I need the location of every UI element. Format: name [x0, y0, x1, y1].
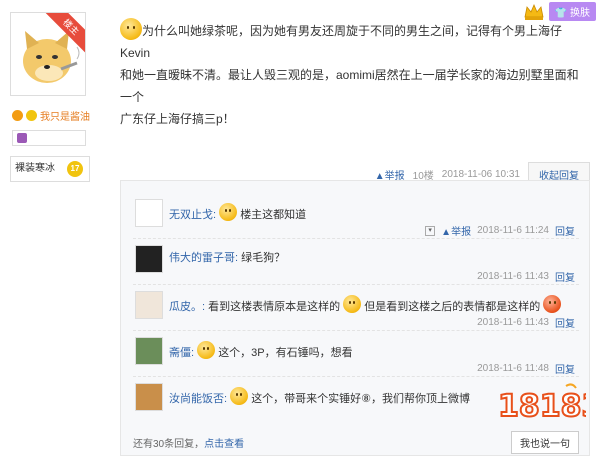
username-row[interactable]: 我只是酱油 — [12, 108, 90, 123]
more-replies-count: 还有30条回复， — [133, 439, 205, 450]
reply-item: 斋僵: 这个，3P，有石锤吗，想看 2018-11-6 11:48 回复 — [133, 331, 579, 377]
reply-username[interactable]: 无双止戈: — [169, 209, 216, 221]
reply-meta: 2018-11-6 11:48 回复 — [477, 361, 575, 376]
reply-button[interactable]: 回复 — [555, 315, 575, 330]
reply-line: 伟大的雷子哥: 绿毛狗？ — [169, 249, 285, 265]
reply-avatar[interactable] — [135, 199, 163, 227]
reply-item: 无双止戈: 楼主这都知道 ▾ ▲举报 2018-11-6 11:24 回复 — [133, 193, 579, 239]
reply-time: 2018-11-6 11:48 — [477, 363, 549, 374]
user-title: 裸装寒冰 — [15, 163, 55, 174]
smile-emoji-icon — [343, 295, 362, 313]
post-time: 2018-11-06 10:31 — [441, 168, 520, 180]
rank-icon — [17, 133, 27, 143]
reply-item: 伟大的雷子哥: 绿毛狗？ 2018-11-6 11:43 回复 — [133, 239, 579, 285]
rank-box — [12, 130, 86, 146]
reply-avatar[interactable] — [135, 383, 163, 411]
post-line-1: 为什么叫她绿茶呢，因为她有男友还周旋于不同的男生之间，记得有个男上海仔Kevin — [120, 18, 588, 64]
reply-meta: 2018-11-6 11:43 回复 — [477, 269, 575, 284]
more-replies: 还有30条回复，点击查看 — [133, 435, 244, 450]
user-title-tag: 裸装寒冰 17 — [10, 156, 90, 182]
reply-line: 斋僵: 这个，3P，有石锤吗，想看 — [169, 341, 353, 360]
reply-text: 绿毛狗？ — [241, 252, 286, 264]
post-text-1: 为什么叫她绿茶呢，因为她有男友还周旋于不同的男生之间，记得有个男上海仔Kevin — [120, 24, 563, 60]
post-content: 为什么叫她绿茶呢，因为她有男友还周旋于不同的男生之间，记得有个男上海仔Kevin… — [120, 18, 588, 130]
reply-time: 2018-11-6 11:43 — [477, 317, 549, 328]
post-text-2: 和她一直暧昧不清。最让人毁三观的是，aomimi居然在上一届学长家的海边别墅里面… — [120, 68, 579, 104]
site-watermark-logo: 18183 — [497, 383, 586, 424]
shy-emoji-icon — [219, 203, 238, 221]
smile-icon — [26, 110, 37, 121]
reply-username[interactable]: 汝尚能饭否: — [169, 393, 227, 405]
reply-text-b: 但是看到这楼之后的表情都是这样的 — [364, 301, 541, 313]
reply-username[interactable]: 斋僵: — [169, 347, 194, 359]
view-more-link[interactable]: 点击查看 — [204, 439, 244, 450]
reply-line: 无双止戈: 楼主这都知道 — [169, 203, 306, 222]
reply-line: 瓜皮。: 看到这楼表情原本是这样的 但是看到这楼之后的表情都是这样的 — [169, 295, 562, 314]
reply-item: 瓜皮。: 看到这楼表情原本是这样的 但是看到这楼之后的表情都是这样的 2018-… — [133, 285, 579, 331]
reply-text: 这个，带哥来个实锤好⑧，我们帮你顶上微博 — [251, 393, 471, 405]
post-text-3: 广东仔上海仔搞三p！ — [120, 112, 235, 126]
reply-meta: ▾ ▲举报 2018-11-6 11:24 回复 — [425, 223, 575, 238]
reply-line: 汝尚能饭否: 这个，带哥来个实锤好⑧，我们帮你顶上微博 — [169, 387, 470, 406]
reply-avatar[interactable] — [135, 245, 163, 273]
smile-emoji-icon — [120, 18, 142, 40]
wink-emoji-icon — [230, 387, 249, 405]
reply-username[interactable]: 瓜皮。: — [169, 301, 205, 313]
reply-text: 这个，3P，有石锤吗，想看 — [218, 347, 353, 359]
reply-report-link[interactable]: ▲举报 — [441, 223, 471, 238]
user-avatar[interactable]: 楼主 — [10, 12, 86, 96]
level-badge: 17 — [67, 161, 83, 177]
reply-button[interactable]: 回复 — [555, 361, 575, 376]
username[interactable]: 我只是酱油 — [40, 108, 90, 123]
reply-username[interactable]: 伟大的雷子哥: — [169, 252, 238, 264]
reply-avatar[interactable] — [135, 291, 163, 319]
reply-text: 楼主这都知道 — [240, 209, 307, 221]
dropdown-icon[interactable]: ▾ — [425, 225, 436, 236]
angry-emoji-icon — [543, 295, 562, 313]
vip-icon — [12, 110, 23, 121]
reply-time: 2018-11-6 11:24 — [477, 225, 549, 236]
reply-meta: 2018-11-6 11:43 回复 — [477, 315, 575, 330]
add-comment-button[interactable]: 我也说一句 — [511, 431, 579, 454]
user-column: 楼主 我只是酱油 裸装寒冰 17 — [0, 0, 110, 456]
wink-emoji-icon — [197, 341, 216, 359]
reply-time: 2018-11-6 11:43 — [477, 271, 549, 282]
reply-report-label: 举报 — [451, 227, 472, 238]
reply-button[interactable]: 回复 — [555, 269, 575, 284]
reply-button[interactable]: 回复 — [555, 223, 575, 238]
reply-text-a: 看到这楼表情原本是这样的 — [208, 301, 341, 313]
watermark-text: 18183 — [498, 389, 586, 424]
reply-avatar[interactable] — [135, 337, 163, 365]
